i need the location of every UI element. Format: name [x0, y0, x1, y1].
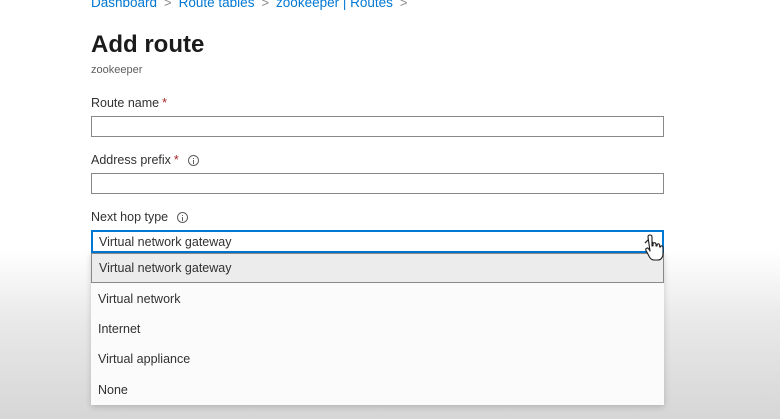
route-name-label: Route name * [91, 96, 167, 110]
next-hop-type-label: Next hop type [91, 210, 189, 224]
breadcrumb-dashboard[interactable]: Dashboard [91, 0, 157, 10]
address-prefix-input[interactable] [91, 173, 664, 194]
dropdown-option-virtual-network-gateway[interactable]: Virtual network gateway [91, 253, 664, 284]
required-marker: * [173, 153, 179, 167]
info-icon[interactable] [187, 154, 199, 166]
dropdown-option-virtual-network[interactable]: Virtual network [91, 283, 664, 313]
next-hop-type-dropdown: Virtual network gateway Virtual network … [91, 253, 664, 405]
hand-cursor-icon [645, 234, 664, 261]
dropdown-option-none[interactable]: None [91, 375, 664, 405]
chevron-right-icon: > [164, 0, 172, 10]
chevron-right-icon: > [261, 0, 270, 10]
next-hop-type-selected-value: Virtual network gateway [99, 234, 232, 249]
dropdown-option-virtual-appliance[interactable]: Virtual appliance [91, 344, 664, 374]
address-prefix-label-text: Address prefix [91, 153, 171, 167]
route-name-label-text: Route name [91, 96, 160, 110]
next-hop-type-label-text: Next hop type [91, 210, 169, 224]
chevron-right-icon: > [399, 0, 408, 10]
info-icon[interactable] [177, 211, 189, 223]
breadcrumb-zookeeper-routes[interactable]: zookeeper | Routes [276, 0, 393, 10]
page-title: Add route [91, 31, 205, 58]
route-name-input[interactable] [91, 116, 664, 137]
dropdown-option-internet[interactable]: Internet [91, 314, 664, 344]
next-hop-type-select[interactable]: Virtual network gateway [91, 230, 664, 253]
page-subtitle: zookeeper [91, 64, 143, 76]
breadcrumb: Dashboard > Route tables > zookeeper | Route… [91, 0, 414, 10]
breadcrumb-route-tables[interactable]: Route tables [179, 0, 255, 10]
address-prefix-label: Address prefix * [91, 153, 199, 167]
required-marker: * [162, 96, 167, 110]
